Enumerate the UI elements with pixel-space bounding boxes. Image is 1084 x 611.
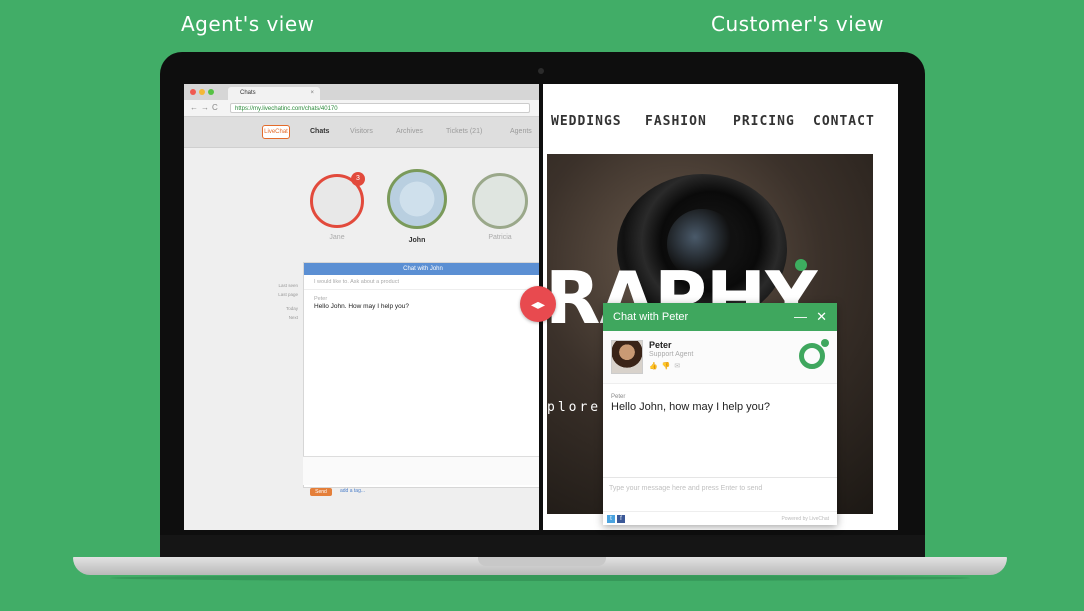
side-label: Last page — [278, 292, 298, 297]
widget-header: Chat with Peter — ✕ — [603, 303, 837, 331]
widget-message-text: Hello John, how may I help you? — [611, 401, 770, 413]
explore-link[interactable]: plore — [547, 400, 601, 415]
laptop-notch — [478, 557, 606, 566]
close-window-dot[interactable] — [190, 89, 196, 95]
browser-tabbar: Chats × — [184, 84, 539, 100]
camera — [538, 68, 544, 74]
nav-weddings[interactable]: WEDDINGS — [551, 114, 622, 129]
visitor-patricia-avatar[interactable] — [472, 173, 528, 229]
agent-screen: Chats × ←→C https://my.livechatinc.com/ch… — [184, 84, 539, 530]
agent-name: Peter — [649, 340, 672, 350]
arrows-icon[interactable]: ◂▸ — [520, 286, 556, 322]
close-tab-icon[interactable]: × — [310, 87, 314, 100]
visitor-john-avatar[interactable] — [387, 169, 447, 229]
laptop-bezel — [160, 535, 925, 557]
app-nav: LiveChat Chats Visitors Archives Tickets… — [184, 117, 539, 148]
system-message: I would like to. Ask about a product — [304, 275, 539, 290]
twitter-icon[interactable]: t — [607, 515, 615, 523]
agent-view-label: Agent's view — [181, 12, 315, 36]
visitor-jane-name: Jane — [329, 234, 345, 241]
unread-badge: 3 — [351, 172, 365, 186]
chat-widget: Chat with Peter — ✕ Peter Support Agent … — [603, 303, 837, 525]
nav-visitors[interactable]: Visitors — [350, 128, 373, 135]
nav-fashion[interactable]: FASHION — [645, 114, 707, 129]
message-author: Peter — [314, 296, 328, 302]
side-label: Last seen — [278, 283, 298, 288]
side-label: Today — [285, 306, 298, 311]
laptop-shadow — [110, 575, 970, 581]
nav-archives[interactable]: Archives — [396, 128, 423, 135]
minimize-icon[interactable]: — — [794, 303, 807, 331]
agent-avatar — [611, 340, 643, 374]
agent-role: Support Agent — [649, 351, 694, 358]
tab-title: Chats — [240, 90, 256, 96]
message-text: Hello John. How may I help you? — [314, 303, 410, 310]
agent-chat-header: Chat with John — [304, 263, 539, 275]
close-icon[interactable]: ✕ — [816, 303, 827, 331]
livechat-logo: LiveChat — [262, 125, 290, 139]
maximize-window-dot[interactable] — [208, 89, 214, 95]
add-tag-link[interactable]: add a tag... — [340, 488, 365, 494]
nav-pricing[interactable]: PRICING — [733, 114, 795, 129]
browser-tab[interactable]: Chats × — [228, 87, 320, 100]
green-dot — [795, 259, 807, 271]
minimize-window-dot[interactable] — [199, 89, 205, 95]
url-bar: ←→C https://my.livechatinc.com/chats/401… — [184, 100, 539, 117]
nav-agents[interactable]: Agents — [510, 128, 532, 135]
nav-tickets[interactable]: Tickets (21) — [446, 128, 482, 135]
widget-message-author: Peter — [611, 394, 626, 400]
nav-contact[interactable]: CONTACT — [813, 114, 875, 129]
widget-footer: t f Powered by LiveChat — [603, 511, 837, 526]
widget-message-input[interactable]: Type your message here and press Enter t… — [603, 477, 837, 499]
visitor-patricia-name: Patricia — [488, 234, 512, 241]
side-label: Next — [288, 315, 298, 320]
rating-icons[interactable]: 👍👎✉ — [649, 362, 684, 370]
widget-title: Chat with Peter — [613, 311, 689, 323]
powered-by[interactable]: Powered by LiveChat — [781, 516, 829, 522]
livechat-logo-icon — [799, 343, 825, 369]
facebook-icon[interactable]: f — [617, 515, 625, 523]
agent-message-input[interactable] — [303, 456, 539, 485]
agent-card: Peter Support Agent 👍👎✉ — [603, 331, 837, 384]
browser-nav-icons[interactable]: ←→C — [190, 103, 221, 112]
customer-view-label: Customer's view — [711, 12, 884, 36]
send-button[interactable]: Send — [310, 488, 332, 496]
nav-chats[interactable]: Chats — [310, 128, 329, 135]
visitor-john-name: John — [408, 237, 426, 244]
agent-chat-panel: Chat with John I would like to. Ask abou… — [303, 262, 539, 488]
logo-dot — [821, 339, 829, 347]
url-field[interactable]: https://my.livechatinc.com/chats/40170 — [230, 103, 530, 113]
